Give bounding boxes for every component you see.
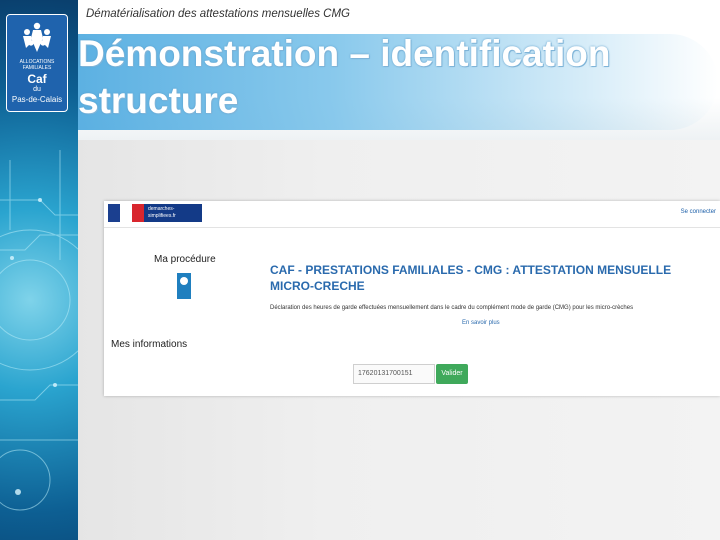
- logo-caf-text: Caf: [27, 72, 47, 86]
- validate-button[interactable]: Valider: [436, 364, 468, 384]
- republique-flag-icon: [108, 204, 144, 222]
- procedure-description: Déclaration des heures de garde effectué…: [270, 305, 634, 311]
- embedded-screenshot: demarches-simplifiees.fr Se connecter Ma…: [104, 201, 720, 396]
- site-header: demarches-simplifiees.fr Se connecter: [104, 201, 720, 228]
- caf-family-icon: [23, 22, 51, 52]
- section-heading: Mes informations: [111, 339, 188, 350]
- site-logo-badge[interactable]: demarches-simplifiees.fr: [144, 204, 202, 222]
- procedure-title: CAF - PRESTATIONS FAMILIALES - CMG : ATT…: [270, 263, 672, 293]
- caf-logo: ALLOCATIONS FAMILIALES Caf du Pas-de-Cal…: [6, 14, 68, 112]
- slide-subtitle: Dématérialisation des attestations mensu…: [86, 8, 350, 20]
- learn-more-link[interactable]: En savoir plus: [462, 320, 500, 326]
- procedure-logo-icon: [177, 273, 191, 299]
- siret-input[interactable]: 17620131700151: [353, 364, 435, 384]
- slide-title: Démonstration – identification structure: [78, 33, 611, 121]
- procedure-heading: Ma procédure: [154, 254, 216, 265]
- login-link[interactable]: Se connecter: [681, 209, 716, 215]
- logo-allocations-text: ALLOCATIONS FAMILIALES: [19, 59, 55, 71]
- logo-department-text: Pas-de-Calais: [11, 95, 63, 104]
- logo-du-text: du: [33, 86, 41, 93]
